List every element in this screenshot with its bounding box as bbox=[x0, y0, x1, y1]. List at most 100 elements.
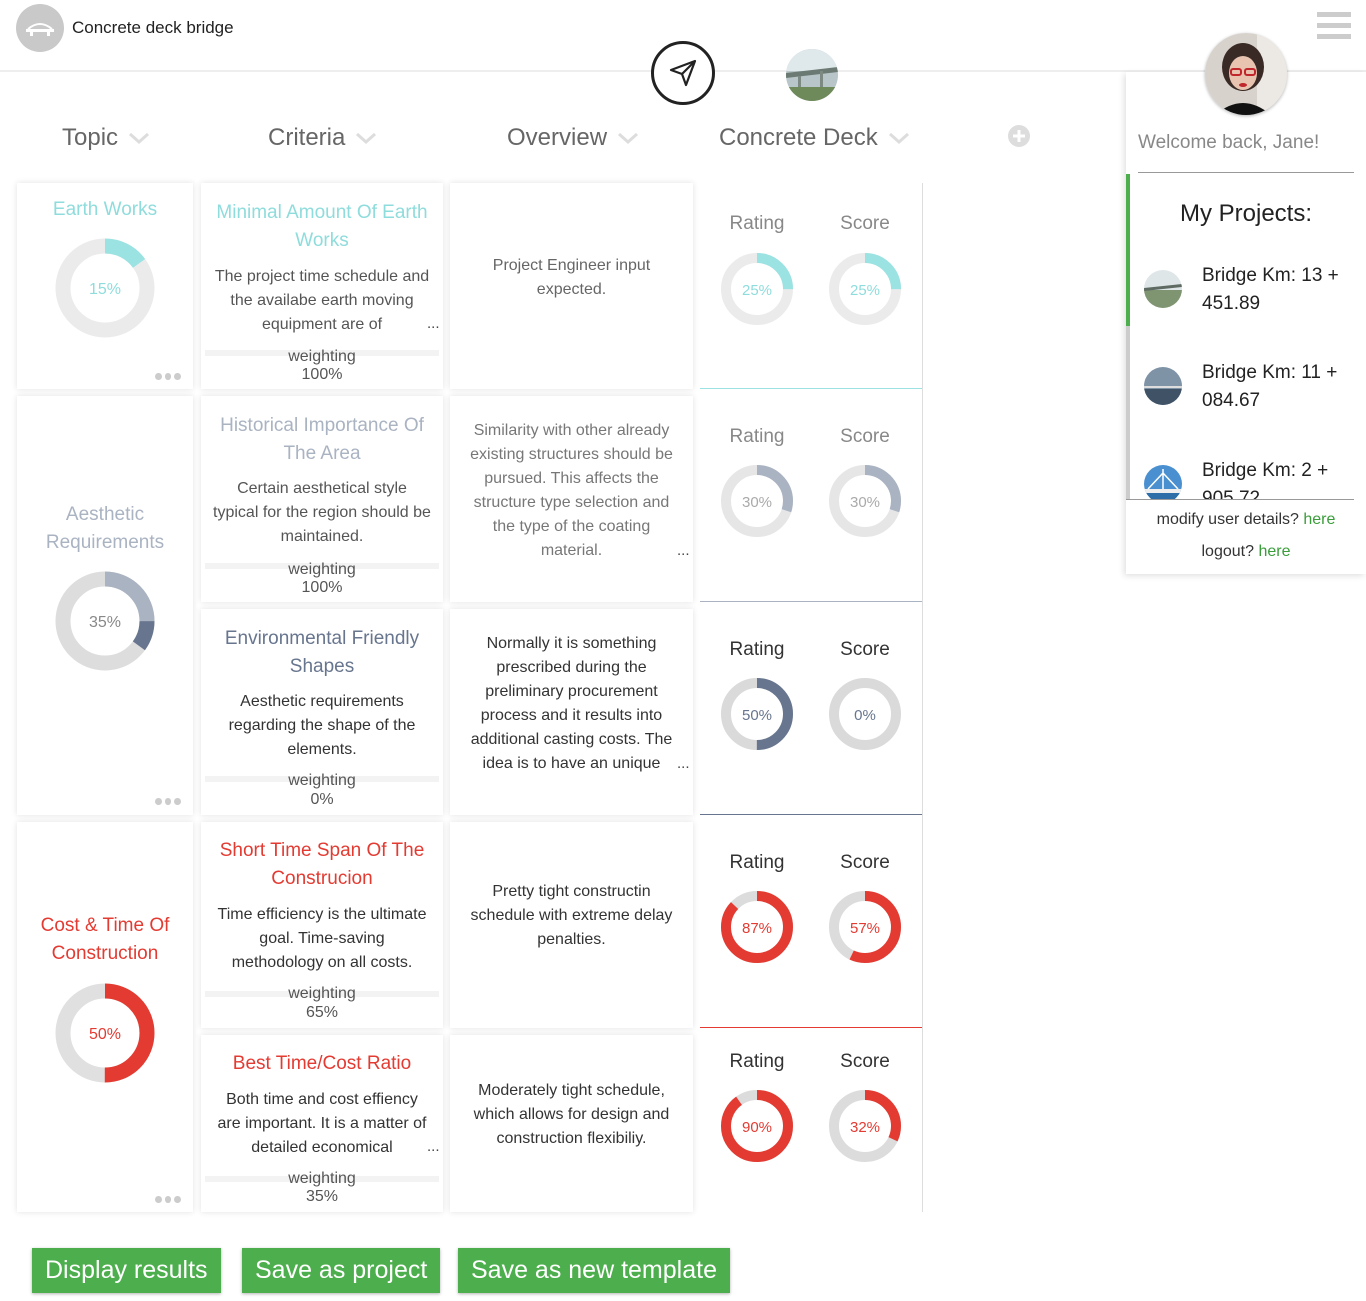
weighting-label: weighting bbox=[288, 985, 356, 1002]
chevron-down-icon bbox=[356, 132, 377, 145]
topic-title: Earth Works bbox=[52, 199, 158, 220]
row-separator bbox=[700, 814, 922, 815]
project-photo bbox=[1144, 465, 1182, 499]
svg-text:30%: 30% bbox=[742, 494, 772, 511]
bridge-photo-icon bbox=[786, 49, 838, 101]
score-donut: 57% bbox=[829, 891, 901, 963]
criteria-title: Environmental Friendly Shapes bbox=[224, 628, 420, 677]
topic-donut: 50% bbox=[55, 983, 155, 1083]
bridge-logo-icon bbox=[26, 23, 54, 36]
criteria-title: Historical Importance Of The Area bbox=[220, 415, 424, 464]
criteria-description: Time efficiency is the ultimate goal. Ti… bbox=[217, 906, 427, 971]
sidebar-divider bbox=[1138, 172, 1354, 173]
score-label: Score bbox=[840, 1051, 890, 1072]
topic-card[interactable]: Aesthetic Requirements 35% bbox=[17, 396, 193, 815]
user-avatar[interactable] bbox=[1205, 33, 1287, 115]
send-arrow-icon bbox=[669, 59, 697, 87]
rating-donut[interactable]: 87% bbox=[719, 889, 795, 965]
topic-donut: 15% bbox=[55, 238, 155, 338]
app-title: Concrete deck bridge bbox=[72, 18, 234, 37]
topic-card[interactable]: Cost & Time Of Construction 50% bbox=[17, 822, 193, 1212]
criteria-description: The project time schedule and the availa… bbox=[214, 268, 430, 333]
score-label: Score bbox=[840, 213, 890, 234]
logout-row: logout? here bbox=[1126, 543, 1366, 561]
active-project-indicator bbox=[1126, 174, 1130, 326]
overview-card[interactable]: Project Engineer input expected. bbox=[450, 183, 693, 389]
rating-label: Rating bbox=[729, 426, 785, 447]
overview-text: Normally it is something prescribed duri… bbox=[470, 635, 673, 772]
overview-card[interactable]: Similarity with other already existing s… bbox=[450, 396, 693, 602]
criteria-description: Aesthetic requirements regarding the sha… bbox=[228, 693, 416, 758]
rating-donut[interactable]: 90% bbox=[719, 1088, 795, 1164]
rating-label: Rating bbox=[729, 639, 785, 660]
overview-text: Moderately tight schedule, which allows … bbox=[473, 1082, 670, 1147]
rating-donut[interactable]: 25% bbox=[719, 251, 795, 327]
modify-user-link[interactable]: here bbox=[1303, 511, 1335, 528]
project-item[interactable]: Bridge Km: 2 + 905.72 bbox=[1144, 457, 1354, 499]
criteria-card[interactable]: Environmental Friendly Shapes Aesthetic … bbox=[201, 609, 443, 815]
save-as-project-button[interactable]: Save as project bbox=[242, 1248, 441, 1293]
my-projects-heading: My Projects: bbox=[1179, 200, 1313, 227]
criteria-card[interactable]: Minimal Amount Of Earth Works The projec… bbox=[201, 183, 443, 389]
weighting-label: weighting bbox=[288, 561, 356, 578]
criteria-card[interactable]: Best Time/Cost Ratio Both time and cost … bbox=[201, 1035, 443, 1212]
rating-label: Rating bbox=[729, 852, 785, 873]
hamburger-menu-icon[interactable] bbox=[1317, 12, 1351, 42]
bridge-photo-icon bbox=[1144, 367, 1182, 405]
column-header-option[interactable]: Concrete Deck bbox=[719, 124, 910, 152]
svg-text:50%: 50% bbox=[742, 707, 772, 724]
weighting-value: 100% bbox=[301, 366, 343, 383]
modify-user-row: modify user details? here bbox=[1126, 511, 1366, 529]
weighting-label: weighting bbox=[288, 348, 356, 365]
topic-card[interactable]: Earth Works 15% bbox=[17, 183, 193, 389]
column-header-overview[interactable]: Overview bbox=[507, 124, 639, 152]
svg-text:25%: 25% bbox=[850, 282, 880, 299]
criteria-card[interactable]: Historical Importance Of The Area Certai… bbox=[201, 396, 443, 602]
more-text-ellipsis[interactable]: ... bbox=[427, 1138, 440, 1155]
bridge-photo-icon bbox=[1144, 270, 1182, 308]
add-column-icon[interactable] bbox=[1007, 124, 1031, 148]
rating-score-row: Rating Score 87% 57% bbox=[700, 822, 922, 1028]
weighting-value: 100% bbox=[301, 579, 343, 596]
save-as-template-button[interactable]: Save as new template bbox=[458, 1248, 730, 1293]
svg-text:25%: 25% bbox=[742, 282, 772, 299]
criteria-card[interactable]: Short Time Span Of The Construcion Time … bbox=[201, 822, 443, 1028]
overview-card[interactable]: Moderately tight schedule, which allows … bbox=[450, 1035, 693, 1212]
overview-card[interactable]: Pretty tight constructin schedule with e… bbox=[450, 822, 693, 1028]
project-item[interactable]: Bridge Km: 11 + 084.67 bbox=[1144, 359, 1354, 419]
project-name: Bridge Km: 11 + bbox=[1202, 362, 1338, 383]
column-header-criteria[interactable]: Criteria bbox=[268, 124, 377, 152]
display-results-button[interactable]: Display results bbox=[32, 1248, 221, 1293]
welcome-text: Welcome back, Jane! bbox=[1138, 132, 1320, 153]
weighting-value: 35% bbox=[305, 1188, 339, 1205]
more-text-ellipsis[interactable]: ... bbox=[677, 542, 690, 559]
topic-title: Cost & Time Of Construction bbox=[40, 915, 170, 964]
more-text-ellipsis[interactable]: ... bbox=[427, 315, 440, 332]
overview-card[interactable]: Normally it is something prescribed duri… bbox=[450, 609, 693, 815]
svg-text:87%: 87% bbox=[742, 920, 772, 937]
more-options-icon[interactable] bbox=[155, 1196, 182, 1204]
project-km: 084.67 bbox=[1202, 390, 1261, 411]
score-donut: 30% bbox=[829, 465, 901, 537]
more-text-ellipsis[interactable]: ... bbox=[677, 755, 690, 772]
navigate-button[interactable] bbox=[651, 41, 715, 105]
project-name: Bridge Km: 2 + bbox=[1202, 460, 1329, 481]
criteria-description: Certain aesthetical style typical for th… bbox=[213, 480, 431, 545]
project-km: 905.72 bbox=[1202, 488, 1261, 499]
project-thumbnail[interactable] bbox=[786, 49, 838, 101]
svg-text:50%: 50% bbox=[89, 1026, 121, 1043]
score-donut: 25% bbox=[829, 253, 901, 325]
column-header-topic[interactable]: Topic bbox=[62, 124, 150, 152]
svg-text:90%: 90% bbox=[742, 1119, 772, 1136]
criteria-title: Minimal Amount Of Earth Works bbox=[216, 202, 428, 251]
criteria-title: Best Time/Cost Ratio bbox=[232, 1053, 412, 1074]
logout-link[interactable]: here bbox=[1258, 543, 1290, 560]
rating-donut[interactable]: 30% bbox=[719, 463, 795, 539]
app-logo[interactable] bbox=[16, 4, 64, 52]
more-options-icon[interactable] bbox=[155, 373, 182, 381]
weighting-label: weighting bbox=[288, 772, 356, 789]
more-options-icon[interactable] bbox=[155, 798, 182, 806]
rating-donut[interactable]: 50% bbox=[719, 676, 795, 752]
project-item[interactable]: Bridge Km: 13 + 451.89 bbox=[1144, 262, 1354, 322]
project-photo bbox=[1144, 367, 1182, 405]
